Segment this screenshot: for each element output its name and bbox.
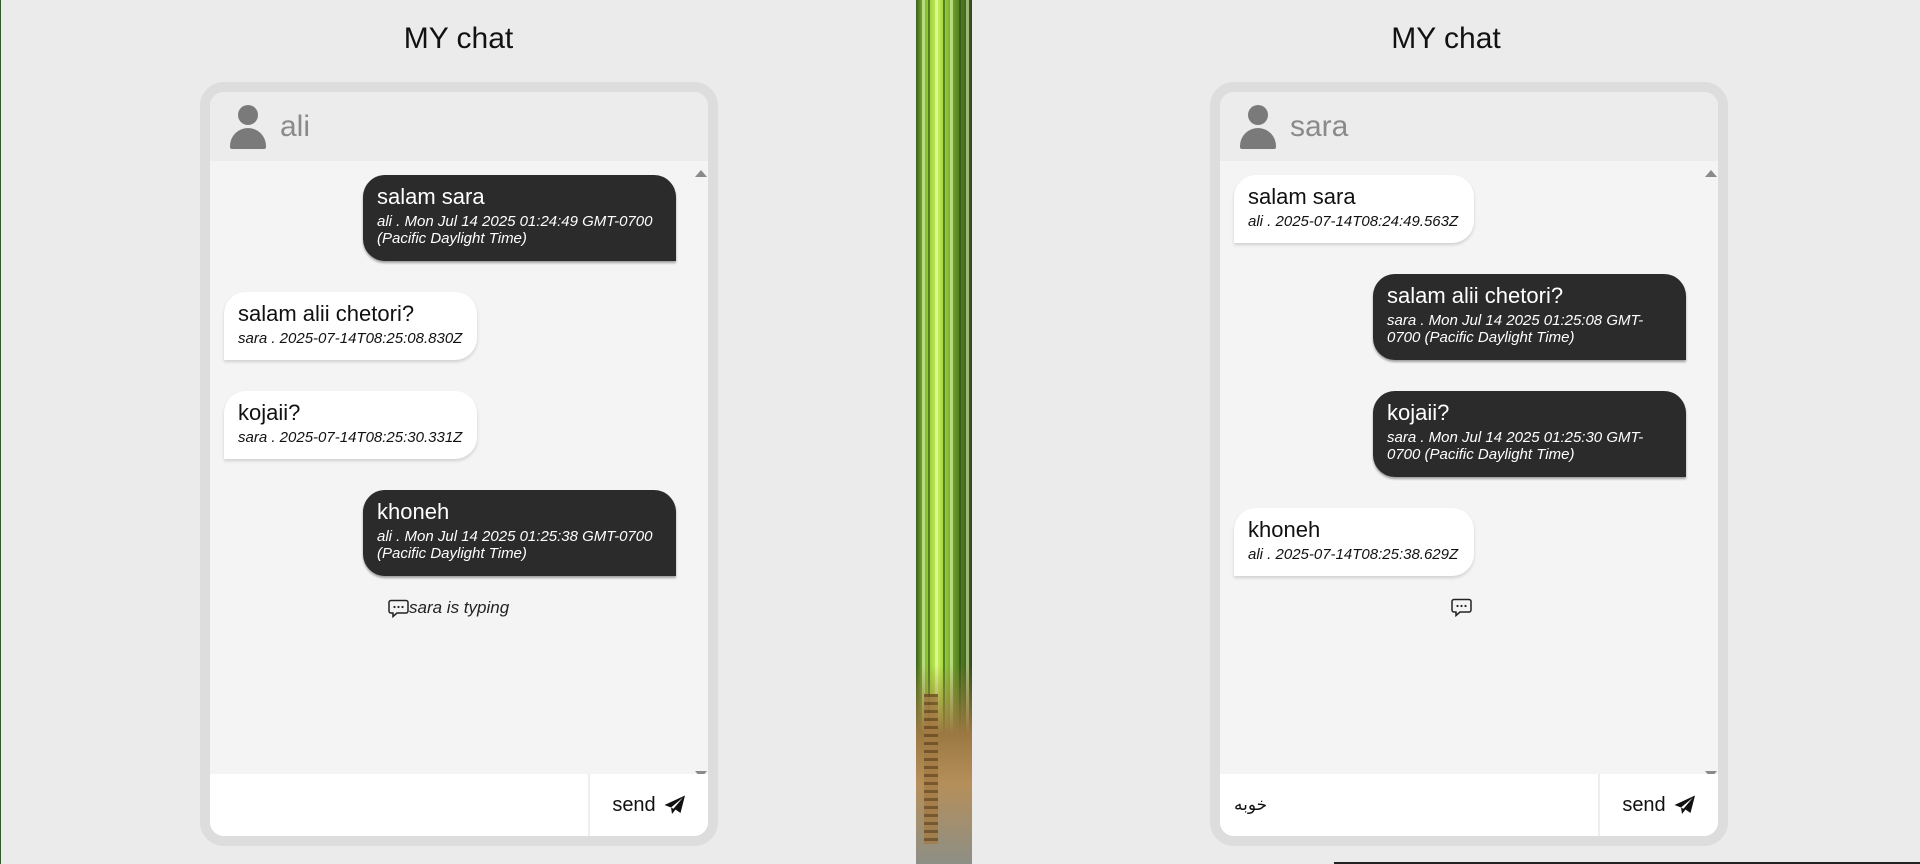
message-meta: sara . 2025-07-14T08:25:30.331Z <box>238 429 463 446</box>
message-text: salam alii chetori? <box>238 301 415 326</box>
message-text: khoneh <box>1248 517 1321 542</box>
message-text: kojaii? <box>238 400 301 425</box>
message-meta: ali . Mon Jul 14 2025 01:24:49 GMT-0700 … <box>377 213 653 247</box>
message-text: salam sara <box>377 184 485 209</box>
message-composer: send <box>1220 774 1718 836</box>
message-composer: send <box>210 774 708 836</box>
typing-text: sara is typing <box>409 598 510 617</box>
chat-container: sara salam sara ali . 2025-07-14T08:24:4… <box>1210 82 1728 846</box>
message-meta: sara . Mon Jul 14 2025 01:25:30 GMT-0700… <box>1387 429 1644 463</box>
page-title: MY chat <box>403 22 514 55</box>
message-text: khoneh <box>377 499 450 524</box>
message-meta: ali . 2025-07-14T08:24:49.563Z <box>1248 213 1459 230</box>
chat-header: sara <box>1220 92 1718 161</box>
chat-bubble-icon <box>1451 598 1472 617</box>
message-list[interactable]: salam sara ali . Mon Jul 14 2025 01:24:4… <box>210 161 692 787</box>
message-text: kojaii? <box>1387 400 1450 425</box>
send-button[interactable]: send <box>1598 774 1718 836</box>
user-icon <box>1238 104 1278 149</box>
scrollbar[interactable] <box>692 161 708 787</box>
message-input[interactable] <box>1220 774 1598 836</box>
bamboo-background-image <box>916 0 972 864</box>
typing-indicator: sara is typing <box>388 598 509 618</box>
scroll-up-arrow-icon[interactable] <box>1705 170 1717 177</box>
message-input[interactable] <box>210 774 588 836</box>
chat-header: ali <box>210 92 708 161</box>
paper-plane-icon <box>1674 795 1695 814</box>
page-title: MY chat <box>1391 22 1501 55</box>
message-meta: ali . 2025-07-14T08:25:38.629Z <box>1248 546 1459 563</box>
contact-name: ali <box>280 109 311 143</box>
message-sent: salam sara ali . Mon Jul 14 2025 01:24:4… <box>363 175 676 261</box>
message-sent: salam alii chetori? sara . Mon Jul 14 20… <box>1373 274 1686 360</box>
typing-indicator <box>1451 598 1472 617</box>
message-text: salam sara <box>1248 184 1356 209</box>
message-sent: khoneh ali . Mon Jul 14 2025 01:25:38 GM… <box>363 490 676 576</box>
message-meta: ali . Mon Jul 14 2025 01:25:38 GMT-0700 … <box>377 528 653 562</box>
message-text: salam alii chetori? <box>1387 283 1564 308</box>
message-meta: sara . 2025-07-14T08:25:08.830Z <box>238 330 463 347</box>
send-label: send <box>612 793 656 816</box>
message-list[interactable]: salam sara ali . 2025-07-14T08:24:49.563… <box>1220 161 1702 787</box>
contact-name: sara <box>1290 109 1349 143</box>
send-label: send <box>1622 793 1666 816</box>
message-received: salam alii chetori? sara . 2025-07-14T08… <box>224 292 477 360</box>
chat-window-left: MY chat ali salam sara ali . Mon Jul 14 … <box>0 0 916 864</box>
message-meta: sara . Mon Jul 14 2025 01:25:08 GMT-0700… <box>1387 312 1644 346</box>
message-sent: kojaii? sara . Mon Jul 14 2025 01:25:30 … <box>1373 391 1686 477</box>
message-received: salam sara ali . 2025-07-14T08:24:49.563… <box>1234 175 1474 243</box>
scrollbar[interactable] <box>1702 161 1718 787</box>
chat-container: ali salam sara ali . Mon Jul 14 2025 01:… <box>200 82 718 846</box>
chat-bubble-icon <box>388 599 409 618</box>
message-received: kojaii? sara . 2025-07-14T08:25:30.331Z <box>224 391 477 459</box>
send-button[interactable]: send <box>588 774 708 836</box>
chat-window-right: MY chat sara salam sara ali . 2025-07-14… <box>972 0 1920 864</box>
user-icon <box>228 104 268 149</box>
paper-plane-icon <box>664 795 685 814</box>
scroll-up-arrow-icon[interactable] <box>695 170 707 177</box>
message-received: khoneh ali . 2025-07-14T08:25:38.629Z <box>1234 508 1474 576</box>
